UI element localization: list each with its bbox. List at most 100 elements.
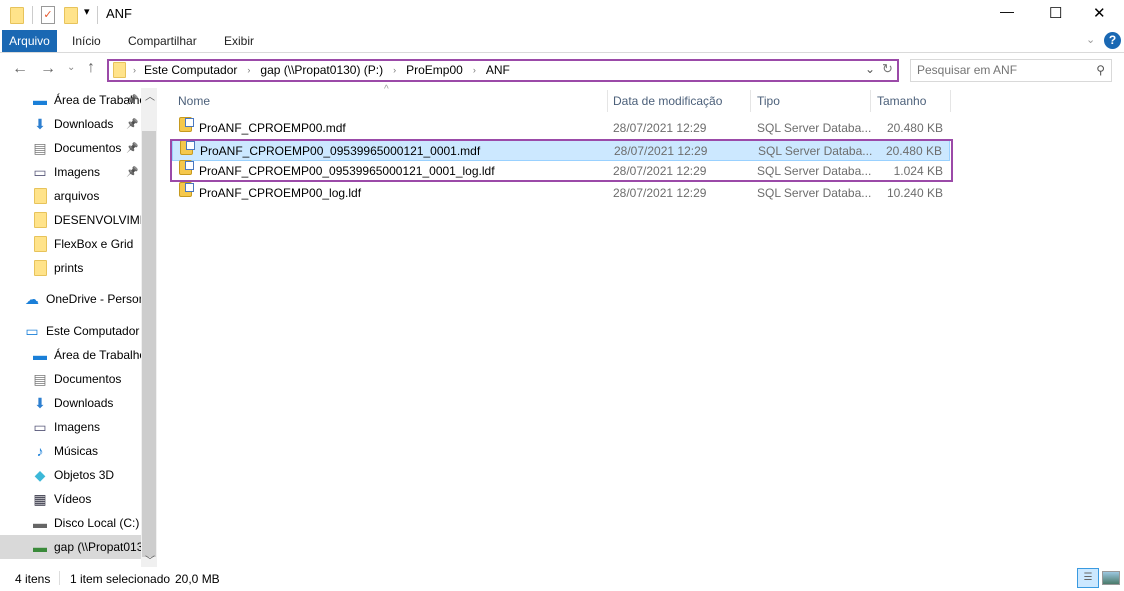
nav-item[interactable]: arquivos <box>0 184 141 208</box>
nav-item[interactable]: ▬ gap (\\Propat0130) (P:) <box>0 535 141 559</box>
properties-icon[interactable]: ✓ <box>41 6 55 24</box>
column-separator[interactable] <box>607 90 608 112</box>
nav-item-label: Downloads <box>54 117 114 131</box>
downloads-icon: ⬇ <box>34 115 46 132</box>
nav-item-label: Músicas <box>54 444 99 458</box>
refresh-icon[interactable]: ↻ <box>882 61 893 77</box>
column-header-tipo[interactable]: Tipo <box>757 90 780 112</box>
nav-item-label: Este Computador <box>46 324 140 338</box>
ribbon-divider <box>0 52 1124 53</box>
nav-item-label: FlexBox e Grid <box>54 237 134 251</box>
status-selection: 1 item selecionado <box>70 572 171 586</box>
videos-icon: ▦ <box>33 490 47 507</box>
nav-item[interactable]: ♪ Músicas <box>0 439 141 463</box>
desktop-icon: ▬ <box>33 92 47 108</box>
pin-icon[interactable]: 📌 <box>126 95 138 106</box>
nav-item[interactable]: FlexBox e Grid <box>0 232 141 256</box>
address-dropdown-icon[interactable]: ⌄ <box>865 62 875 76</box>
pin-icon[interactable]: 📌 <box>126 119 138 130</box>
breadcrumb-anf[interactable]: ANF <box>486 63 510 77</box>
column-separator[interactable] <box>950 90 951 112</box>
scrollbar-thumb[interactable] <box>142 131 156 557</box>
column-header-tamanho[interactable]: Tamanho <box>877 90 926 112</box>
nav-item-label: DESENVOLVIMENTO <box>54 213 141 227</box>
nav-item-label: gap (\\Propat0130) (P:) <box>54 540 141 554</box>
nav-item[interactable]: ☁ OneDrive - Personal <box>0 287 141 311</box>
maximize-button[interactable]: ☐ <box>1049 4 1062 22</box>
nav-item[interactable]: ▭ Imagens <box>0 415 141 439</box>
highlight-box <box>170 139 953 182</box>
chevron-right-icon: › <box>133 65 136 75</box>
pictures-icon: ▭ <box>33 163 47 180</box>
pin-icon[interactable]: 📌 <box>126 167 138 178</box>
nav-item[interactable]: prints <box>0 256 141 280</box>
nav-item-label: Vídeos <box>54 492 92 506</box>
nav-item-label: Área de Trabalho <box>54 348 141 362</box>
nav-item-label: arquivos <box>54 189 100 203</box>
tab-inicio[interactable]: Início <box>72 30 101 52</box>
expand-ribbon-icon[interactable]: ⌄ <box>1086 33 1095 46</box>
column-separator[interactable] <box>750 90 751 112</box>
nav-item[interactable]: ⬇ Downloads 📌 <box>0 112 141 136</box>
column-header-data[interactable]: Data de modificação <box>613 90 722 112</box>
forward-button[interactable]: → <box>40 60 56 78</box>
new-folder-icon[interactable] <box>64 7 78 24</box>
breadcrumb-gap[interactable]: gap (\\Propat0130) (P:) <box>260 63 383 77</box>
breadcrumb-este-computador[interactable]: Este Computador <box>144 63 237 77</box>
file-size: 10.240 KB <box>886 185 943 200</box>
log-file-icon <box>179 181 194 197</box>
nav-item[interactable]: ▭ Este Computador <box>0 319 141 343</box>
minimize-button[interactable]: — <box>1000 3 1014 19</box>
nav-item[interactable]: ▤ Documentos 📌 <box>0 136 141 160</box>
search-box[interactable]: ⚲ <box>910 59 1112 82</box>
chevron-right-icon: › <box>247 65 251 75</box>
file-type: SQL Server Databa... <box>757 185 872 200</box>
up-button[interactable]: ↑ <box>87 59 95 77</box>
pin-icon[interactable]: 📌 <box>126 143 138 154</box>
breadcrumb-proemp00[interactable]: ProEmp00 <box>406 63 463 77</box>
onedrive-icon: ☁ <box>25 290 39 307</box>
file-date: 28/07/2021 12:29 <box>613 121 707 135</box>
file-type: SQL Server Databa... <box>757 121 872 135</box>
large-icons-view-button[interactable] <box>1102 571 1120 585</box>
scroll-down-icon[interactable]: ﹀ <box>145 552 155 567</box>
file-row[interactable]: ProANF_CPROEMP00_log.ldf 28/07/2021 12:2… <box>172 181 950 204</box>
status-size: 20,0 MB <box>175 572 220 586</box>
documents-icon: ▤ <box>33 139 47 156</box>
nav-item[interactable]: DESENVOLVIMENTO <box>0 208 141 232</box>
details-view-button[interactable]: ☰ <box>1077 568 1099 588</box>
nav-item-label: Documentos <box>54 141 122 155</box>
objects-3d-icon: ◆ <box>34 466 46 483</box>
tab-compartilhar[interactable]: Compartilhar <box>128 30 197 52</box>
column-separator[interactable] <box>870 90 871 112</box>
file-row[interactable]: ProANF_CPROEMP00.mdf 28/07/2021 12:29 SQ… <box>172 117 950 139</box>
nav-item[interactable]: ⬇ Downloads <box>0 391 141 415</box>
folder-icon <box>32 260 48 276</box>
nav-item-label: prints <box>54 261 84 275</box>
recent-locations-button[interactable]: ⌄ <box>67 62 75 73</box>
scroll-up-icon[interactable]: ︿ <box>145 88 155 103</box>
search-icon[interactable]: ⚲ <box>1096 63 1105 77</box>
nav-item[interactable]: ▬ Área de Trabalho <box>0 343 141 367</box>
help-icon[interactable]: ? <box>1104 32 1121 49</box>
nav-item[interactable]: ▬ Disco Local (C:) <box>0 511 141 535</box>
address-bar[interactable]: › Este Computador › gap (\\Propat0130) (… <box>107 59 899 82</box>
folder-icon <box>32 236 48 252</box>
close-button[interactable]: ✕ <box>1093 4 1106 22</box>
back-button[interactable]: ← <box>12 60 28 78</box>
folder-icon <box>10 7 24 24</box>
nav-item[interactable]: ▤ Documentos <box>0 367 141 391</box>
nav-item[interactable]: ▭ Imagens 📌 <box>0 160 141 184</box>
nav-scrollbar[interactable]: ︿ ﹀ <box>141 88 157 567</box>
search-input[interactable] <box>917 63 1087 77</box>
column-header-nome[interactable]: Nome <box>178 90 210 112</box>
divider <box>59 571 60 585</box>
tab-exibir[interactable]: Exibir <box>224 30 254 52</box>
nav-item[interactable]: ▬ Área de Trabalho 📌 <box>0 88 141 112</box>
nav-item[interactable]: ▦ Vídeos <box>0 487 141 511</box>
customize-toolbar-icon[interactable]: ▾ <box>84 5 90 18</box>
nav-item-label: Downloads <box>54 396 114 410</box>
folder-icon <box>32 212 48 228</box>
nav-item[interactable]: ◆ Objetos 3D <box>0 463 141 487</box>
tab-arquivo[interactable]: Arquivo <box>2 30 57 52</box>
